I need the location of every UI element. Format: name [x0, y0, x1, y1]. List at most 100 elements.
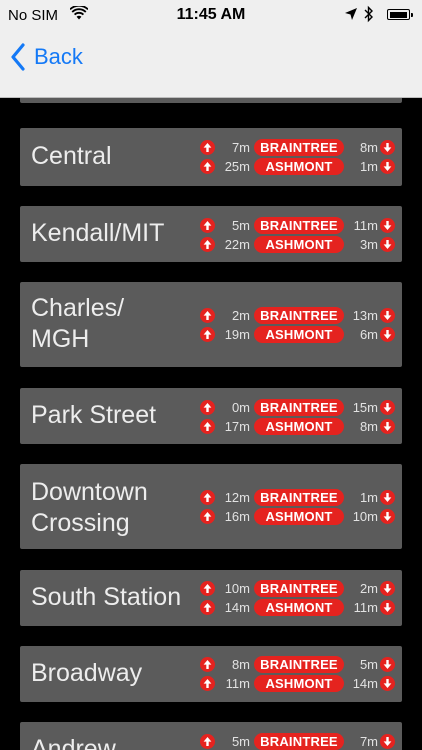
- line-badge: BRAINTREE: [254, 489, 344, 506]
- arrow-up-icon: [200, 676, 215, 691]
- arrow-up-icon: [200, 237, 215, 252]
- arrow-down-icon: [380, 159, 395, 174]
- line-badge: ASHMONT: [254, 418, 344, 435]
- train-row: 16m ASHMONT 10m: [196, 508, 396, 525]
- arrow-down-icon: [380, 218, 395, 233]
- train-row: 7m BRAINTREE 8m: [196, 139, 396, 156]
- bluetooth-icon: [364, 5, 373, 23]
- outbound-minutes: 1m: [359, 159, 378, 174]
- inbound-minutes: 17m: [224, 419, 250, 434]
- arrow-down-icon: [380, 308, 395, 323]
- outbound-minutes: 15m: [352, 400, 378, 415]
- train-row: 12m BRAINTREE 1m: [196, 489, 396, 506]
- inbound-minutes: 16m: [224, 509, 250, 524]
- line-badge: ASHMONT: [254, 158, 344, 175]
- arrow-up-icon: [200, 327, 215, 342]
- back-button[interactable]: Back: [10, 42, 83, 72]
- line-badge: BRAINTREE: [254, 217, 344, 234]
- train-row: 25m ASHMONT 1m: [196, 158, 396, 175]
- inbound-minutes: 5m: [231, 734, 250, 749]
- navigation-bar: Back: [0, 32, 422, 97]
- line-badge: ASHMONT: [254, 236, 344, 253]
- station-card[interactable]: South Station 10m BRAINTREE 2m 14m ASHMONT 11m: [20, 570, 402, 626]
- line-badge: BRAINTREE: [254, 399, 344, 416]
- train-row: 0m BRAINTREE 15m: [196, 399, 396, 416]
- station-name: Broadway: [31, 659, 143, 687]
- line-badge: BRAINTREE: [254, 733, 344, 750]
- clock: 11:45 AM: [176, 6, 246, 23]
- inbound-minutes: 11m: [225, 676, 250, 691]
- line-badge: ASHMONT: [254, 675, 344, 692]
- outbound-minutes: 1m: [359, 490, 378, 505]
- outbound-minutes: 3m: [359, 237, 378, 252]
- inbound-minutes: 2m: [231, 308, 250, 323]
- outbound-minutes: 6m: [359, 327, 378, 342]
- outbound-minutes: 11m: [353, 218, 378, 233]
- outbound-minutes: 14m: [352, 676, 378, 691]
- arrow-down-icon: [380, 509, 395, 524]
- outbound-minutes: 2m: [359, 581, 378, 596]
- inbound-minutes: 19m: [224, 327, 250, 342]
- station-name: Kendall/MIT: [31, 219, 165, 247]
- outbound-minutes: 7m: [359, 734, 378, 749]
- arrow-down-icon: [380, 490, 395, 505]
- arrow-up-icon: [200, 140, 215, 155]
- train-row: 14m ASHMONT 11m: [196, 599, 396, 616]
- station-name: Andrew: [31, 735, 116, 750]
- arrow-up-icon: [200, 159, 215, 174]
- station-card[interactable]: Broadway 8m BRAINTREE 5m 11m ASHMONT 14m: [20, 646, 402, 702]
- inbound-minutes: 8m: [231, 657, 250, 672]
- station-card[interactable]: Andrew 5m BRAINTREE 7m: [20, 722, 402, 750]
- inbound-minutes: 12m: [224, 490, 250, 505]
- inbound-minutes: 25m: [224, 159, 250, 174]
- train-row: 2m BRAINTREE 13m: [196, 307, 396, 324]
- arrow-down-icon: [380, 400, 395, 415]
- train-row: 8m BRAINTREE 5m: [196, 656, 396, 673]
- outbound-minutes: 10m: [352, 509, 378, 524]
- arrow-down-icon: [380, 657, 395, 672]
- arrow-up-icon: [200, 600, 215, 615]
- station-card[interactable]: Park Street 0m BRAINTREE 15m 17m ASHMONT 8m: [20, 388, 402, 444]
- station-card[interactable]: Charles/ MGH 2m BRAINTREE 13m 19m ASHMONT 6m: [20, 282, 402, 367]
- arrow-up-icon: [200, 581, 215, 596]
- arrow-down-icon: [380, 734, 395, 749]
- chevron-left-icon: [11, 43, 25, 71]
- inbound-minutes: 14m: [224, 600, 250, 615]
- arrow-up-icon: [200, 509, 215, 524]
- station-card[interactable]: Central 7m BRAINTREE 8m 25m ASHMONT 1m: [20, 128, 402, 186]
- line-badge: BRAINTREE: [254, 307, 344, 324]
- station-name: Central: [31, 142, 112, 170]
- back-label: Back: [34, 44, 83, 69]
- inbound-minutes: 10m: [224, 581, 250, 596]
- arrow-up-icon: [200, 734, 215, 749]
- station-card[interactable]: Downtown Crossing 12m BRAINTREE 1m 16m ASHMON…: [20, 464, 402, 549]
- station-card[interactable]: Kendall/MIT 5m BRAINTREE 11m 22m ASHMONT 3m: [20, 206, 402, 262]
- screen: Harvard2mASHMONT11mCentral7mBRAINTREE8m2…: [0, 0, 422, 750]
- arrow-down-icon: [380, 600, 395, 615]
- arrow-down-icon: [380, 676, 395, 691]
- line-badge: BRAINTREE: [254, 139, 344, 156]
- arrow-up-icon: [200, 218, 215, 233]
- train-row: 5m BRAINTREE 7m: [196, 733, 396, 750]
- inbound-minutes: 22m: [224, 237, 250, 252]
- top-bar: No SIM 11:45 AM Back: [0, 0, 422, 98]
- line-badge: BRAINTREE: [254, 656, 344, 673]
- outbound-minutes: 5m: [359, 657, 378, 672]
- train-row: 5m BRAINTREE 11m: [196, 217, 396, 234]
- inbound-minutes: 5m: [231, 218, 250, 233]
- arrow-down-icon: [380, 237, 395, 252]
- train-row: 19m ASHMONT 6m: [196, 326, 396, 343]
- train-row: 11m ASHMONT 14m: [196, 675, 396, 692]
- arrow-down-icon: [380, 581, 395, 596]
- arrow-down-icon: [380, 140, 395, 155]
- train-row: 22m ASHMONT 3m: [196, 236, 396, 253]
- outbound-minutes: 11m: [353, 600, 378, 615]
- outbound-minutes: 13m: [352, 308, 378, 323]
- line-badge: ASHMONT: [254, 326, 344, 343]
- outbound-minutes: 8m: [359, 140, 378, 155]
- train-row: 17m ASHMONT 8m: [196, 418, 396, 435]
- inbound-minutes: 7m: [231, 140, 250, 155]
- status-bar: No SIM 11:45 AM: [0, 0, 422, 32]
- line-badge: ASHMONT: [254, 599, 344, 616]
- arrow-up-icon: [200, 308, 215, 323]
